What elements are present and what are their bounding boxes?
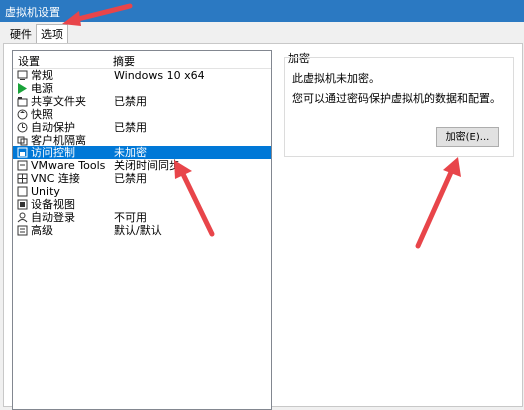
arrow-to-encrypt-button (415, 157, 461, 249)
annotation-arrows (62, 3, 461, 249)
arrow-to-access-control (174, 160, 215, 237)
arrow-to-options-tab (62, 3, 133, 26)
